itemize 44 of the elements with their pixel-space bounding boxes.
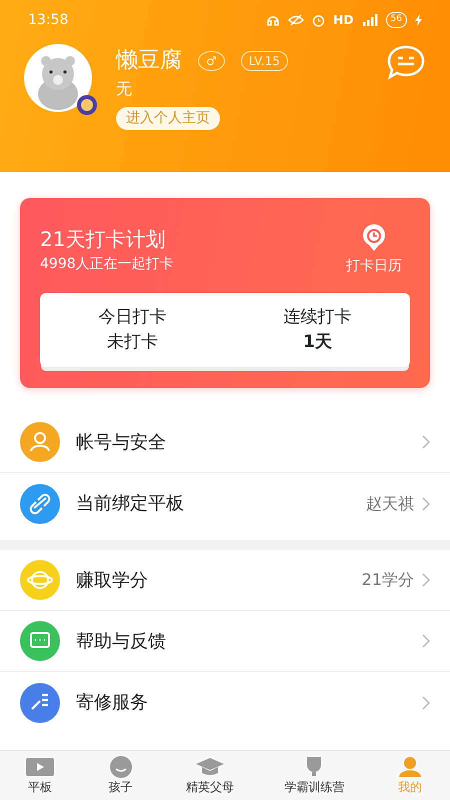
level-badge: LV.15 [240, 50, 288, 70]
chevron-right-icon [422, 634, 430, 648]
stat-value: 1天 [302, 331, 333, 354]
menu-item[interactable]: 帐号与安全 [0, 412, 450, 473]
menu-item[interactable]: 帮助与反馈 [0, 611, 450, 672]
chevron-right-icon [422, 496, 430, 510]
chevron-right-icon [422, 573, 430, 587]
menu-label: 赚取学分 [76, 568, 149, 592]
stat-label: 今日打卡 [98, 306, 166, 328]
charging-icon [415, 14, 422, 26]
menu-label: 当前绑定平板 [76, 492, 185, 516]
menu-item[interactable]: 赚取学分 21学分 [0, 550, 450, 611]
menu-item[interactable]: 寄修服务 [0, 672, 450, 733]
menu-value: 21学分 [362, 569, 414, 591]
chevron-right-icon [422, 435, 430, 449]
plan-title: 21天打卡计划 [40, 226, 166, 253]
graduation-cap-icon [194, 755, 225, 778]
tab-item[interactable]: 孩子 [106, 755, 136, 796]
status-time: 13:58 [28, 10, 68, 30]
tab-item[interactable]: 学霸训练营 [284, 755, 344, 796]
chevron-right-icon [422, 696, 430, 710]
gender-badge: ♂ [198, 50, 225, 70]
tab-item[interactable]: 精英父母 [186, 755, 234, 796]
signal-icon [362, 14, 378, 26]
menu-value: 赵天祺 [366, 492, 414, 514]
tab-item[interactable]: 平板 [25, 755, 56, 796]
play-screen-icon [25, 755, 56, 778]
user-name: 懒豆腐 [116, 47, 182, 75]
menu-label: 寄修服务 [76, 691, 149, 715]
menu-item[interactable]: 当前绑定平板 赵天祺 [0, 473, 450, 534]
stat-label: 连续打卡 [284, 306, 352, 328]
participants-text: 4998人正在一起打卡 [40, 255, 174, 274]
menu-label: 帐号与安全 [76, 430, 167, 454]
network-label: HD [333, 12, 354, 29]
eye-slash-icon [288, 14, 304, 26]
user-bio: 无 [116, 78, 133, 100]
message-icon[interactable] [386, 44, 426, 80]
clock-pin-icon[interactable] [360, 224, 388, 252]
battery-level: 56 [386, 12, 407, 28]
stat-value: 未打卡 [106, 331, 159, 354]
menu-label: 帮助与反馈 [76, 630, 167, 654]
headset-icon [266, 13, 280, 27]
alarm-icon [312, 14, 326, 26]
medal-icon [76, 94, 98, 116]
